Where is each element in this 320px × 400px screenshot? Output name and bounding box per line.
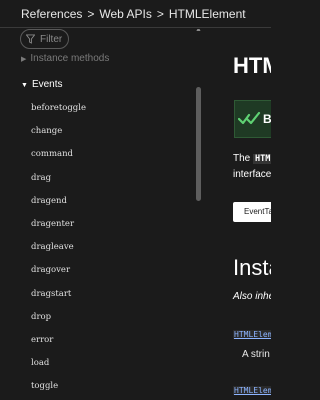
intro-paragraph: The HTML interface	[233, 151, 271, 182]
breadcrumb-separator: >	[87, 6, 95, 21]
eventtarget-button[interactable]: EventTa	[233, 202, 271, 222]
sidebar-section-label: Events	[31, 79, 63, 90]
breadcrumb-references[interactable]: References	[21, 7, 82, 21]
sidebar-item-drop[interactable]: drop	[31, 312, 86, 335]
sidebar-section-events[interactable]: ▼ Events	[21, 79, 63, 90]
property-link[interactable]: HTMLElem	[233, 330, 271, 339]
section-heading: Insta	[233, 255, 271, 280]
main-content: HTML B The HTML interface EventTa Insta …	[207, 29, 271, 400]
scroll-up-arrow-icon[interactable]: ▲	[195, 29, 202, 33]
breadcrumb-htmlelement[interactable]: HTMLElement	[169, 7, 246, 21]
breadcrumb-web-apis[interactable]: Web APIs	[99, 7, 151, 21]
breadcrumb: References > Web APIs > HTMLElement	[0, 0, 271, 28]
sidebar-item-label: Instance methods	[30, 53, 110, 64]
intro-prefix: The	[233, 153, 251, 164]
filter-placeholder: Filter	[40, 33, 63, 45]
inherits-note: Also inhe	[233, 291, 271, 302]
sidebar-item-instance-methods[interactable]: ▶ Instance methods	[21, 53, 109, 64]
sidebar-item-drag[interactable]: drag	[31, 173, 86, 196]
sidebar-item-change[interactable]: change	[31, 126, 86, 149]
sidebar-scrollbar[interactable]	[196, 87, 201, 201]
property-description: A strin	[242, 349, 270, 360]
sidebar-item-dragleave[interactable]: dragleave	[31, 242, 86, 265]
sidebar-item-load[interactable]: load	[31, 358, 86, 381]
page-title: HTML	[233, 53, 271, 78]
sidebar: Filter ▶ Instance methods ▼ Events beforet…	[0, 29, 207, 400]
sidebar-item-dragenter[interactable]: dragenter	[31, 219, 86, 242]
breadcrumb-separator: >	[156, 6, 164, 21]
baseline-check-icon	[238, 111, 261, 125]
intro-code[interactable]: HTML	[253, 154, 271, 164]
events-list: beforetoggle change command drag dragend…	[31, 103, 86, 400]
filter-input[interactable]: Filter	[20, 29, 69, 49]
chevron-right-icon: ▶	[21, 56, 27, 63]
filter-icon	[26, 34, 35, 44]
intro-line2: interface	[233, 169, 271, 180]
sidebar-item-error[interactable]: error	[31, 335, 86, 358]
sidebar-item-beforetoggle[interactable]: beforetoggle	[31, 103, 86, 126]
sidebar-item-dragstart[interactable]: dragstart	[31, 289, 86, 312]
sidebar-item-toggle[interactable]: toggle	[31, 381, 86, 400]
sidebar-item-dragover[interactable]: dragover	[31, 265, 86, 288]
chevron-down-icon: ▼	[21, 82, 28, 89]
badge-label: B	[263, 112, 271, 126]
property-link[interactable]: HTMLElem	[233, 386, 271, 395]
sidebar-item-dragend[interactable]: dragend	[31, 196, 86, 219]
sidebar-item-command[interactable]: command	[31, 149, 86, 172]
baseline-badge[interactable]: B	[234, 100, 271, 138]
